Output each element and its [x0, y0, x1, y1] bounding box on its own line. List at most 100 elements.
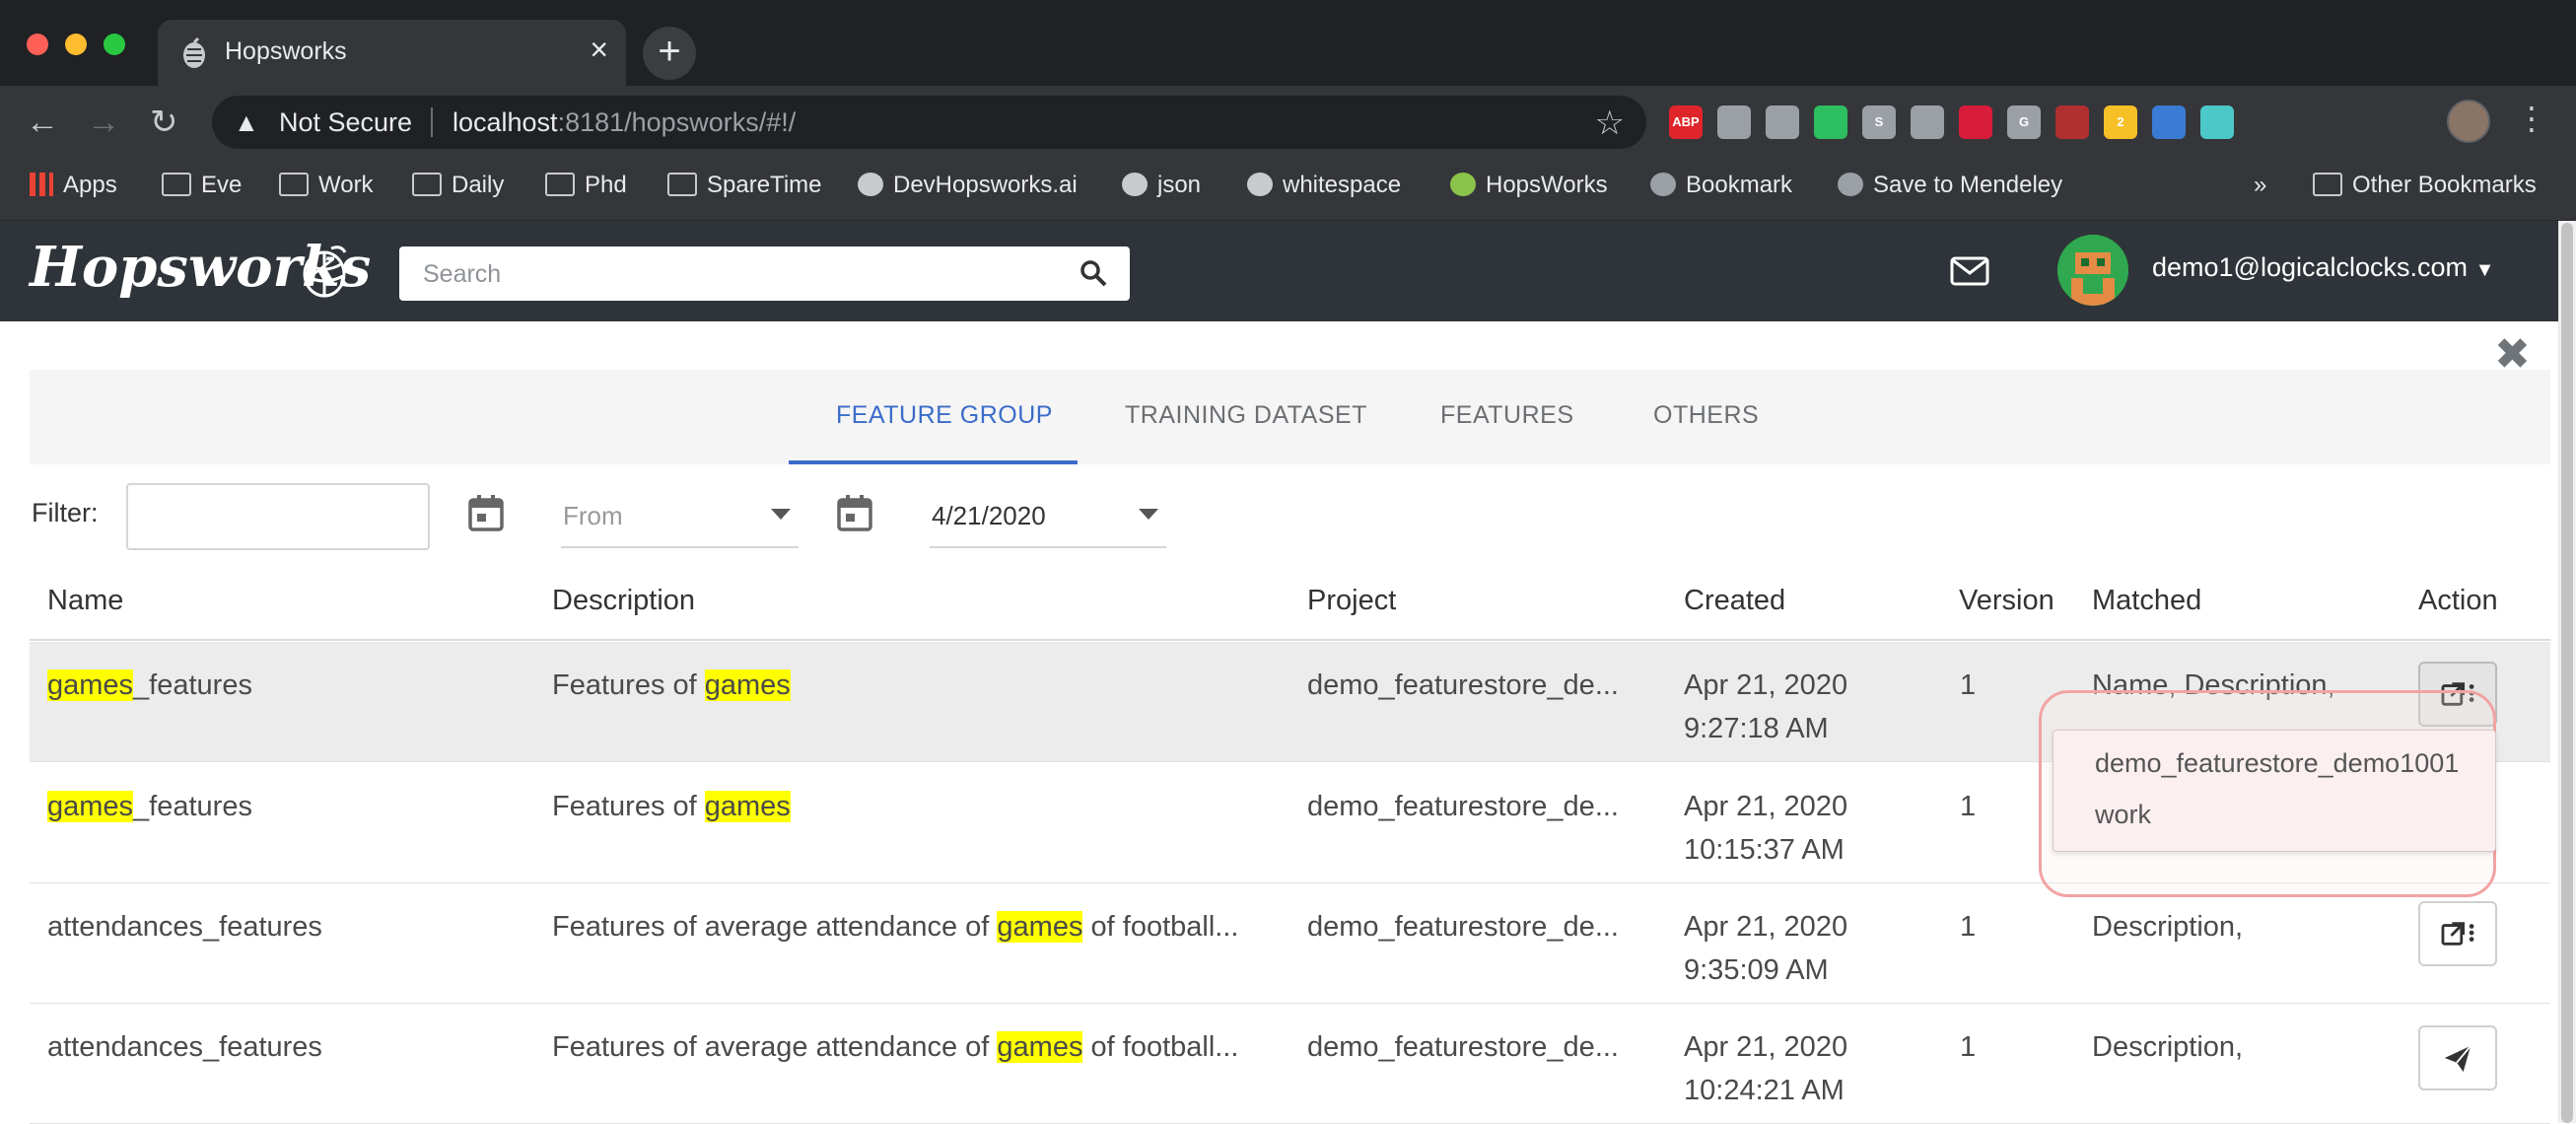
bookmark-label: Eve [201, 172, 243, 198]
skype-extension-icon[interactable]: S [1862, 105, 1896, 139]
cell-project: demo_featurestore_de... [1307, 1031, 1619, 1063]
folder-icon [545, 173, 575, 196]
grammarly-extension-icon[interactable]: G [2007, 105, 2041, 139]
search-placeholder: Search [423, 260, 502, 288]
tab-training-dataset[interactable]: TRAINING DATASET [1125, 401, 1367, 430]
table-row[interactable]: attendances_features Features of average… [30, 1004, 2550, 1124]
mendeley-extension-icon[interactable] [1959, 105, 1992, 139]
browser-tab-strip: Hopsworks × + [0, 0, 2576, 86]
tab-features[interactable]: FEATURES [1440, 401, 1574, 430]
column-header-project: Project [1307, 585, 1397, 616]
search-input[interactable]: Search [399, 246, 1130, 301]
folder-icon [412, 173, 442, 196]
column-header-created: Created [1684, 585, 1786, 616]
other-bookmarks-folder[interactable]: Other Bookmarks [2313, 172, 2537, 207]
cell-created-date: Apr 21, 2020 [1684, 911, 1848, 943]
popover-project-item[interactable]: work [2095, 800, 2151, 830]
bookmark-item[interactable]: json [1122, 172, 1201, 207]
user-menu[interactable]: demo1@logicalclocks.com ▼ [2152, 252, 2494, 283]
bookmarks-bar: Apps Eve Work Daily Phd SpareTime DevHopsworks… [0, 158, 2576, 221]
bookmark-star-icon[interactable]: ☆ [1595, 104, 1625, 143]
other-bookmarks-label: Other Bookmarks [2352, 172, 2537, 198]
tab-feature-group[interactable]: FEATURE GROUP [836, 401, 1053, 430]
bookmark-item[interactable]: Save to Mendeley [1838, 172, 2062, 207]
evernote-extension-icon[interactable] [1814, 105, 1847, 139]
active-tab-indicator [789, 460, 1078, 464]
briefcase-extension-icon[interactable] [1717, 105, 1751, 139]
bookmark-label: Save to Mendeley [1873, 172, 2063, 198]
tab-title: Hopsworks [225, 37, 347, 65]
maximize-window-button[interactable] [104, 34, 125, 55]
cell-created-date: Apr 21, 2020 [1684, 1031, 1848, 1063]
shield-extension-icon[interactable] [2152, 105, 2186, 139]
profile-avatar[interactable] [2447, 100, 2490, 143]
bookmark-item[interactable]: Daily [412, 172, 504, 207]
column-header-version: Version [1959, 585, 2054, 616]
external-link-more-icon [2441, 922, 2474, 946]
chevron-down-icon [1139, 509, 1158, 520]
cell-matched: Description, [2092, 1031, 2244, 1063]
bookmarks-overflow-button[interactable]: » [2254, 172, 2266, 207]
calendar-icon[interactable] [467, 493, 505, 532]
lightbulb-extension-icon[interactable] [1911, 105, 1944, 139]
react-extension-icon[interactable] [2200, 105, 2234, 139]
app-navbar: Hopsworks Search demo1@logicalclocks.com… [0, 221, 2558, 321]
table-header-divider [30, 639, 2550, 641]
notes-extension-icon[interactable]: 2 [2104, 105, 2137, 139]
bookmark-label: Bookmark [1686, 172, 1793, 198]
close-window-button[interactable] [27, 34, 48, 55]
name-text: _features [133, 669, 252, 701]
address-separator [431, 107, 433, 137]
folder-icon [279, 173, 309, 196]
bookmark-label: SpareTime [707, 172, 822, 198]
bookmark-item[interactable]: Apps [30, 172, 117, 207]
bookmark-item[interactable]: Work [279, 172, 374, 207]
send-button[interactable] [2418, 1025, 2497, 1090]
bookmark-item[interactable]: HopsWorks [1450, 172, 1608, 207]
description-text: Features of [552, 791, 705, 822]
from-date-placeholder: From [563, 501, 623, 530]
bookmark-item[interactable]: SpareTime [667, 172, 821, 207]
to-date-select[interactable]: 4/21/2020 [930, 493, 1166, 548]
mail-icon[interactable] [1950, 256, 1989, 286]
bookmark-item[interactable]: Phd [545, 172, 627, 207]
bookmark-item[interactable]: Bookmark [1650, 172, 1792, 207]
open-menu-button[interactable] [2418, 901, 2497, 966]
to-date-value: 4/21/2020 [932, 501, 1046, 530]
toolbox-extension-icon[interactable] [2055, 105, 2089, 139]
filter-input[interactable] [126, 483, 430, 550]
table-row[interactable]: attendances_features Features of average… [30, 883, 2550, 1004]
cell-project: demo_featurestore_de... [1307, 791, 1619, 822]
search-icon[interactable] [1079, 258, 1108, 288]
reload-icon[interactable]: ↻ [150, 98, 178, 147]
dropbox-extension-icon[interactable] [1766, 105, 1799, 139]
bookmark-label: Phd [585, 172, 627, 198]
bookmark-label: Work [318, 172, 374, 198]
paper-plane-icon [2444, 1045, 2472, 1073]
bookmark-item[interactable]: Eve [162, 172, 242, 207]
minimize-window-button[interactable] [65, 34, 87, 55]
browser-tab[interactable]: Hopsworks × [158, 20, 626, 86]
popover-project-item[interactable]: demo_featurestore_demo1001 [2095, 748, 2459, 779]
calendar-icon[interactable] [836, 493, 873, 532]
chevron-down-icon [771, 509, 791, 520]
new-tab-button[interactable]: + [643, 27, 696, 80]
forward-arrow-icon[interactable]: → [87, 98, 120, 147]
tab-others[interactable]: OTHERS [1653, 401, 1759, 430]
scrollbar-thumb[interactable] [2561, 223, 2573, 1123]
tab-close-icon[interactable]: × [590, 34, 608, 65]
url-path: :8181/hopsworks/#!/ [557, 107, 797, 137]
bookmark-item[interactable]: whitespace [1247, 172, 1401, 207]
description-match-highlight: games [997, 1031, 1083, 1063]
from-date-select[interactable]: From [561, 493, 799, 548]
url-host: localhost [453, 107, 558, 137]
cell-created-time: 9:27:18 AM [1684, 713, 1829, 744]
back-arrow-icon[interactable]: ← [26, 98, 59, 147]
adblock-extension-icon[interactable]: ABP [1669, 105, 1703, 139]
cell-matched: Description, [2092, 911, 2244, 943]
user-avatar[interactable] [2057, 235, 2128, 306]
browser-menu-icon[interactable]: ⋮ [2516, 100, 2547, 137]
address-bar[interactable]: ▲ Not Secure localhost:8181/hopsworks/#!… [212, 96, 1646, 149]
bookmark-item[interactable]: DevHopsworks.ai [858, 172, 1078, 207]
description-match-highlight: games [704, 791, 791, 822]
